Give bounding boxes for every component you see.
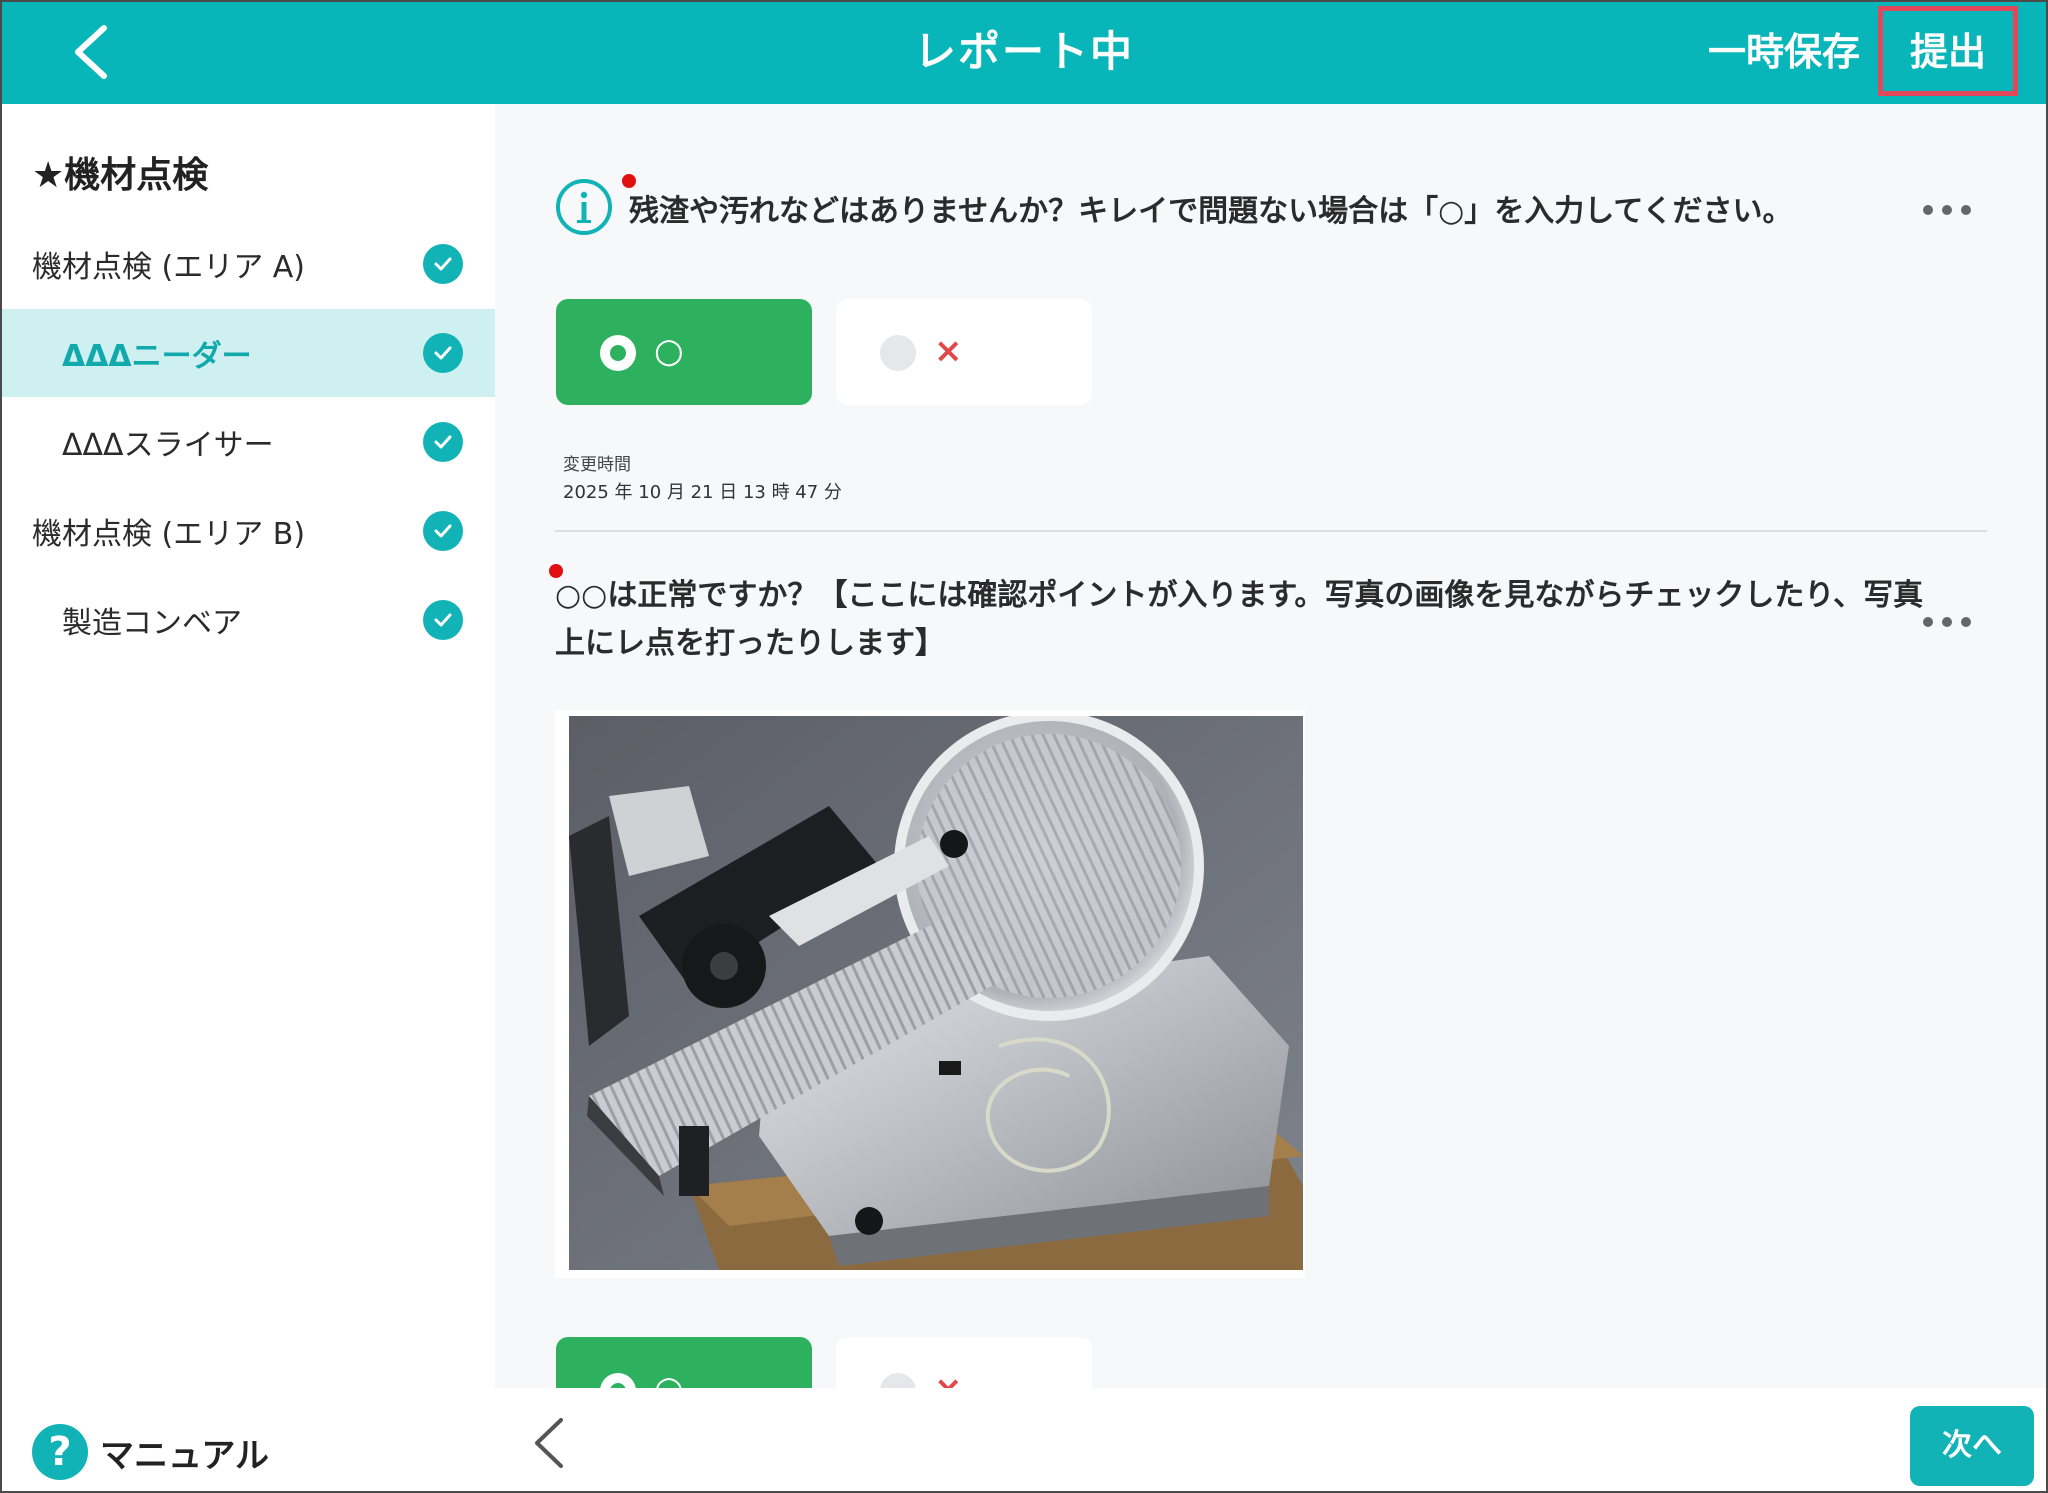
question-text: 残渣や汚れなどはありませんか？キレイで問題ない場合は「○」を入力してください。 — [629, 194, 1793, 229]
slicer-photo[interactable] — [555, 710, 1305, 1278]
option-ng[interactable]: × — [836, 1337, 1092, 1388]
option-label: ○ — [654, 1367, 684, 1388]
sidebar-item-kneader[interactable]: ΔΔΔニーダー — [2, 309, 495, 397]
radio-selected-icon — [600, 1373, 636, 1388]
submit-button[interactable]: 提出 — [1878, 6, 2018, 96]
manual-label: マニュアル — [100, 1435, 269, 1476]
chevron-left-icon — [535, 1418, 563, 1468]
meat-slicer-image — [569, 716, 1303, 1270]
radio-unselected-icon — [880, 1373, 916, 1388]
sidebar-item-label: 機材点検 (エリア B) — [32, 517, 306, 552]
sidebar-title: ★機材点検 — [32, 155, 209, 196]
sidebar: ★機材点検 機材点検 (エリア A) ΔΔΔニーダー ΔΔΔスライサー 機材点検… — [2, 104, 495, 1491]
check-icon — [423, 511, 463, 551]
check-icon — [423, 333, 463, 373]
changed-time-value: 2025 年 10 月 21 日 13 時 47 分 — [563, 482, 842, 503]
info-icon[interactable] — [555, 178, 613, 236]
sidebar-item-conveyor[interactable]: 製造コンベア — [2, 576, 495, 664]
save-draft-button[interactable]: 一時保存 — [1708, 20, 1860, 84]
divider — [555, 530, 1987, 532]
option-label: ○ — [654, 331, 684, 371]
check-icon — [423, 422, 463, 462]
radio-selected-icon — [600, 335, 636, 371]
more-options-icon[interactable] — [1923, 202, 1971, 218]
manual-button[interactable]: ? マニュアル — [32, 1422, 269, 1482]
sidebar-item-area-b[interactable]: 機材点検 (エリア B) — [2, 487, 495, 575]
check-icon — [423, 244, 463, 284]
sidebar-item-label: 機材点検 (エリア A) — [32, 250, 306, 285]
question-list: 残渣や汚れなどはありませんか？キレイで問題ない場合は「○」を入力してください。 … — [495, 104, 2046, 1388]
option-ok-selected[interactable]: ○ — [556, 299, 812, 405]
header-bar: レポート中 一時保存 提出 — [2, 2, 2046, 104]
changed-time-label: 変更時間 — [563, 455, 631, 475]
sidebar-item-label: ΔΔΔニーダー — [62, 339, 252, 374]
app-window: レポート中 一時保存 提出 ★機材点検 機材点検 (エリア A) ΔΔΔニーダー… — [0, 0, 2048, 1493]
sidebar-item-area-a[interactable]: 機材点検 (エリア A) — [2, 220, 495, 308]
option-label: × — [934, 331, 963, 371]
next-button[interactable]: 次へ — [1910, 1406, 2034, 1486]
help-icon: ? — [32, 1424, 88, 1480]
sidebar-item-label: 製造コンベア — [62, 606, 242, 641]
radio-unselected-icon — [880, 335, 916, 371]
footer-bar: 次へ — [495, 1388, 2046, 1491]
option-ng[interactable]: × — [836, 299, 1092, 405]
previous-button[interactable] — [519, 1408, 579, 1478]
question-text: ○○は正常ですか？【ここには確認ポイントが入ります。写真の画像を見ながらチェック… — [555, 578, 1924, 661]
option-ok-selected[interactable]: ○ — [556, 1337, 812, 1388]
option-label: × — [934, 1367, 963, 1388]
sidebar-item-label: ΔΔΔスライサー — [62, 428, 274, 463]
check-icon — [423, 600, 463, 640]
more-options-icon[interactable] — [1923, 614, 1971, 630]
sidebar-item-slicer[interactable]: ΔΔΔスライサー — [2, 398, 495, 486]
